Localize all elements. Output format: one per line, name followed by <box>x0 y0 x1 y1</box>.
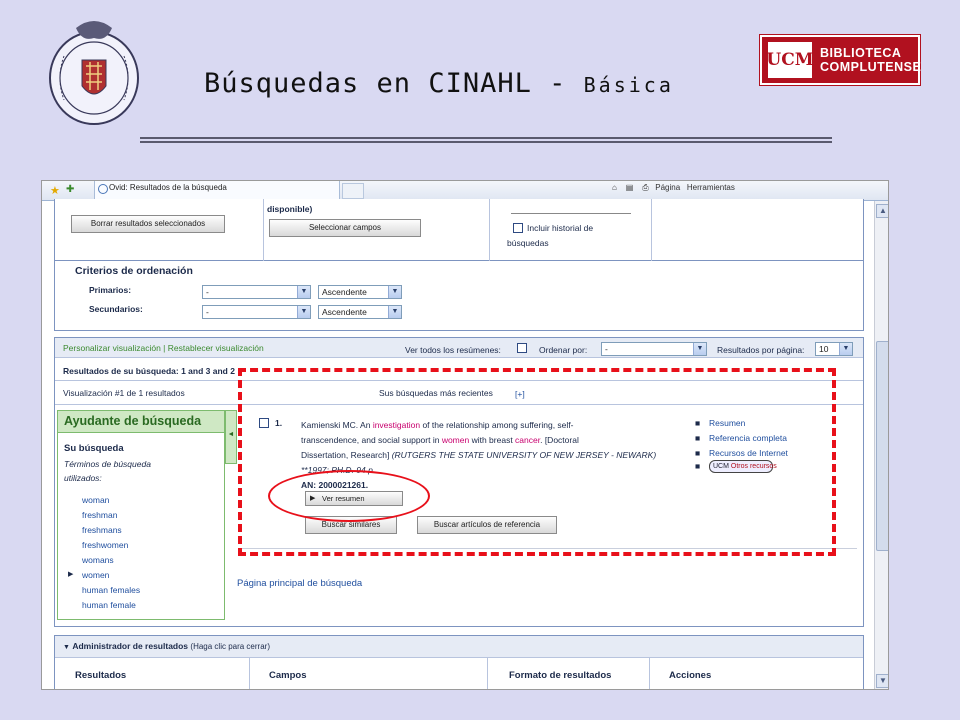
sort-by-label: Ordenar por: <box>539 345 588 355</box>
customize-view-link[interactable]: Personalizar visualización <box>63 343 161 353</box>
chevron-down-icon: ▼ <box>297 306 310 318</box>
search-term-item[interactable]: freshwomen <box>82 540 128 550</box>
available-text: disponible) <box>267 204 313 214</box>
browser-tab[interactable]: Ovid: Resultados de la búsqueda <box>94 181 340 201</box>
your-search-label: Su búsqueda <box>64 443 124 454</box>
sort-by-select[interactable]: - ▼ <box>601 342 707 356</box>
tools-menu[interactable]: Herramientas <box>687 183 735 192</box>
triangle-down-icon: ▼ <box>63 644 70 651</box>
terms-label: Términos de búsqueda <box>64 459 151 469</box>
collapse-helper-icon[interactable]: ◄ <box>225 410 237 464</box>
per-page-label: Resultados por página: <box>717 345 805 355</box>
new-tab-button[interactable] <box>342 183 364 199</box>
search-term-item[interactable]: woman <box>82 495 109 505</box>
per-page-select[interactable]: 10 ▼ <box>815 342 853 356</box>
column-fields: Campos <box>269 670 307 681</box>
reset-view-link[interactable]: Restablecer visualización <box>168 343 264 353</box>
vertical-scrollbar[interactable]: ▲ ▼ <box>874 201 888 689</box>
slide-subtitle: Básica <box>583 73 674 97</box>
highlight-result-annotation <box>238 368 836 556</box>
include-history-label: Incluir historial de <box>527 223 594 233</box>
chevron-down-icon: ▼ <box>388 286 401 298</box>
search-term-item[interactable]: human female <box>82 600 136 610</box>
scrollbar-thumb[interactable] <box>876 341 888 551</box>
logo-line-2: COMPLUTENSE <box>820 60 922 74</box>
results-manager: ▼ Administrador de resultados (Haga clic… <box>54 635 864 689</box>
terms-label-2: utilizados: <box>64 473 102 483</box>
title-rule-top <box>140 137 832 139</box>
search-helper: Ayudante de búsqueda Su búsqueda Término… <box>57 410 225 620</box>
manager-title[interactable]: ▼ Administrador de resultados (Haga clic… <box>63 641 270 651</box>
display-info: Visualización #1 de 1 resultados <box>63 388 185 398</box>
results-links: Personalizar visualización | Restablecer… <box>63 343 264 353</box>
view-all-abstracts-checkbox[interactable] <box>517 343 527 353</box>
scroll-down-icon[interactable]: ▼ <box>876 674 888 688</box>
search-term-item[interactable]: human females <box>82 585 140 595</box>
secondary-sort-select[interactable]: - ▼ <box>202 305 311 319</box>
primary-sort-select[interactable]: - ▼ <box>202 285 311 299</box>
search-term-item[interactable]: freshmans <box>82 525 122 535</box>
search-term-item[interactable]: women <box>82 570 109 580</box>
chevron-down-icon: ▼ <box>297 286 310 298</box>
ucm-logo-box: UCM <box>766 42 814 78</box>
results-of-search: Resultados de su búsqueda: 1 and 3 and 2 <box>63 366 235 376</box>
university-seal-icon <box>49 21 139 125</box>
chevron-down-icon: ▼ <box>388 306 401 318</box>
column-results: Resultados <box>75 670 127 681</box>
view-abstract-annotation <box>268 470 430 522</box>
helper-title: Ayudante de búsqueda <box>64 414 202 428</box>
biblioteca-complutense-logo: UCM BIBLIOTECA COMPLUTENSE <box>760 35 922 85</box>
select-fields-button[interactable]: Seleccionar campos <box>269 219 421 237</box>
search-term-item[interactable]: womans <box>82 555 114 565</box>
browser-toolbar: ★ ✚ Ovid: Resultados de la búsqueda ⌂ ▤ … <box>42 181 888 201</box>
main-search-page-link[interactable]: Página principal de búsqueda <box>237 578 362 589</box>
chevron-down-icon: ▼ <box>839 343 852 355</box>
sort-heading: Criterios de ordenación <box>75 265 193 277</box>
page-menu[interactable]: Página <box>655 183 680 192</box>
column-actions: Acciones <box>669 670 712 681</box>
view-all-abstracts-label: Ver todos los resúmenes: <box>405 345 501 355</box>
active-term-arrow-icon: ▶ <box>68 571 74 578</box>
print-icon[interactable]: ⎙ <box>642 183 648 192</box>
logo-line-1: BIBLIOTECA <box>820 46 902 60</box>
search-term-item[interactable]: freshman <box>82 510 117 520</box>
primary-label: Primarios: <box>89 285 132 295</box>
feeds-icon[interactable]: ▤ <box>626 183 634 192</box>
title-rule-bottom <box>140 141 832 143</box>
scroll-up-icon[interactable]: ▲ <box>876 204 888 218</box>
slide-title: Búsquedas en CINAHL - Básica <box>204 68 674 99</box>
browser-tools: ⌂ ▤ ⎙ Página Herramientas <box>612 183 735 193</box>
secondary-order-select[interactable]: Ascendente ▼ <box>318 305 402 319</box>
home-icon[interactable]: ⌂ <box>612 183 617 192</box>
secondary-label: Secundarios: <box>89 304 143 314</box>
include-history-label-2: búsquedas <box>507 238 549 248</box>
primary-order-select[interactable]: Ascendente ▼ <box>318 285 402 299</box>
delete-selected-button[interactable]: Borrar resultados seleccionados <box>71 215 225 233</box>
column-output-format: Formato de resultados <box>509 670 612 681</box>
add-favorites-icon[interactable]: ✚ <box>66 184 74 195</box>
fields-panel: Borrar resultados seleccionados disponib… <box>54 199 864 261</box>
favorites-star-icon[interactable]: ★ <box>50 184 60 197</box>
sort-panel: Criterios de ordenación Primarios: Secun… <box>54 261 864 331</box>
include-history-checkbox[interactable] <box>513 223 523 233</box>
chevron-down-icon: ▼ <box>693 343 706 355</box>
